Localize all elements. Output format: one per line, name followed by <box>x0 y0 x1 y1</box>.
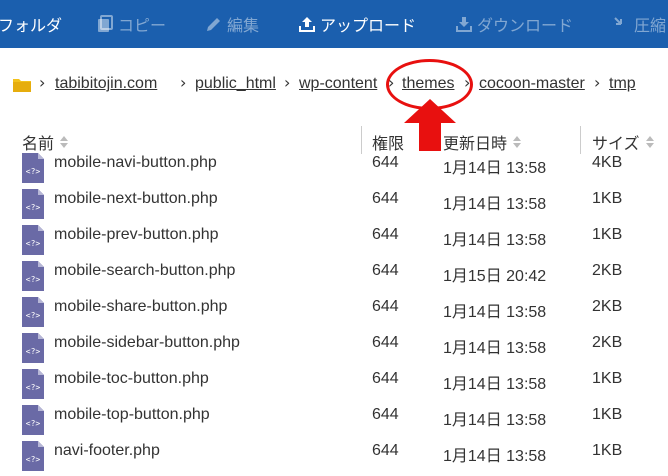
copy-icon <box>98 15 113 32</box>
file-name: mobile-navi-button.php <box>54 154 217 171</box>
svg-text:<?>: <?> <box>26 203 41 212</box>
copy-label: コピー <box>118 18 167 35</box>
table-row[interactable]: <?> mobile-navi-button.php 644 1月14日 13:… <box>0 144 668 183</box>
file-modified: 1月14日 13:58 <box>443 412 547 429</box>
chevron-right-icon: › <box>594 73 601 92</box>
svg-text:<?>: <?> <box>26 239 41 248</box>
file-permission: 644 <box>372 370 399 387</box>
file-modified: 1月14日 13:58 <box>443 196 547 213</box>
download-button[interactable]: ダウンロード <box>455 0 573 48</box>
file-name: mobile-prev-button.php <box>54 226 219 243</box>
php-file-icon: <?> <box>22 369 44 399</box>
copy-button[interactable]: コピー <box>96 0 166 48</box>
toolbar: フォルダ コピー 編集 アップロード ダウンロード 圧縮 <box>0 0 668 48</box>
file-permission: 644 <box>372 406 399 423</box>
php-file-icon: <?> <box>22 333 44 363</box>
table-row[interactable]: <?> mobile-top-button.php 644 1月14日 13:5… <box>0 396 668 435</box>
file-permission: 644 <box>372 262 399 279</box>
file-list: <?> mobile-navi-button.php 644 1月14日 13:… <box>0 144 668 476</box>
table-row[interactable]: <?> mobile-next-button.php 644 1月14日 13:… <box>0 180 668 219</box>
chevron-right-icon: › <box>180 73 187 92</box>
php-file-icon: <?> <box>22 405 44 435</box>
svg-text:<?>: <?> <box>26 311 41 320</box>
pencil-icon <box>207 18 220 31</box>
file-size: 2KB <box>592 298 623 315</box>
compress-icon <box>614 17 622 25</box>
chevron-right-icon: › <box>39 73 46 92</box>
file-modified: 1月14日 13:58 <box>443 160 547 177</box>
file-size: 4KB <box>592 154 623 171</box>
file-permission: 644 <box>372 226 399 243</box>
file-permission: 644 <box>372 154 399 171</box>
svg-text:<?>: <?> <box>26 455 41 464</box>
file-size: 2KB <box>592 262 623 279</box>
edit-label: 編集 <box>227 18 260 35</box>
breadcrumb-item-tmp[interactable]: tmp <box>609 75 636 93</box>
file-name: mobile-top-button.php <box>54 406 210 423</box>
file-size: 1KB <box>592 442 623 459</box>
download-icon <box>456 17 472 32</box>
download-label: ダウンロード <box>477 18 574 35</box>
file-size: 1KB <box>592 406 623 423</box>
file-modified: 1月15日 20:42 <box>443 268 547 285</box>
file-modified: 1月14日 13:58 <box>443 232 547 249</box>
file-permission: 644 <box>372 442 399 459</box>
file-size: 1KB <box>592 226 623 243</box>
file-modified: 1月14日 13:58 <box>443 304 547 321</box>
php-file-icon: <?> <box>22 153 44 183</box>
upload-button[interactable]: アップロード <box>298 0 416 48</box>
svg-text:<?>: <?> <box>26 275 41 284</box>
file-name: navi-footer.php <box>54 442 160 459</box>
table-row[interactable]: <?> mobile-toc-button.php 644 1月14日 13:5… <box>0 360 668 399</box>
file-name: mobile-next-button.php <box>54 190 218 207</box>
edit-button[interactable]: 編集 <box>205 0 259 48</box>
file-modified: 1月14日 13:58 <box>443 340 547 357</box>
new-folder-label: フォルダ <box>0 18 63 35</box>
breadcrumb-item-public-html[interactable]: public_html <box>195 75 276 93</box>
file-permission: 644 <box>372 334 399 351</box>
table-row[interactable]: <?> navi-footer.php 644 1月14日 13:58 1KB <box>0 432 668 471</box>
php-file-icon: <?> <box>22 189 44 219</box>
file-permission: 644 <box>372 298 399 315</box>
file-name: mobile-search-button.php <box>54 262 236 279</box>
compress-button[interactable]: 圧縮 <box>612 0 666 48</box>
svg-text:<?>: <?> <box>26 383 41 392</box>
php-file-icon: <?> <box>22 225 44 255</box>
table-row[interactable]: <?> mobile-share-button.php 644 1月14日 13… <box>0 288 668 327</box>
svg-text:<?>: <?> <box>26 167 41 176</box>
compress-label: 圧縮 <box>634 18 667 35</box>
file-name: mobile-sidebar-button.php <box>54 334 240 351</box>
table-row[interactable]: <?> mobile-search-button.php 644 1月15日 2… <box>0 252 668 291</box>
svg-text:<?>: <?> <box>26 347 41 356</box>
php-file-icon: <?> <box>22 441 44 471</box>
table-row[interactable]: <?> mobile-prev-button.php 644 1月14日 13:… <box>0 216 668 255</box>
table-row[interactable]: <?> mobile-sidebar-button.php 644 1月14日 … <box>0 324 668 363</box>
svg-text:<?>: <?> <box>26 419 41 428</box>
breadcrumb-item-cocoon-master[interactable]: cocoon-master <box>479 75 585 93</box>
upload-label: アップロード <box>320 18 417 35</box>
file-size: 1KB <box>592 190 623 207</box>
file-size: 2KB <box>592 334 623 351</box>
file-name: mobile-toc-button.php <box>54 370 209 387</box>
php-file-icon: <?> <box>22 297 44 327</box>
file-modified: 1月14日 13:58 <box>443 376 547 393</box>
upload-icon <box>299 17 315 32</box>
breadcrumb-item-wp-content[interactable]: wp-content <box>299 75 377 93</box>
breadcrumb: › tabibitojin.com › public_html › wp-con… <box>0 48 668 118</box>
file-name: mobile-share-button.php <box>54 298 228 315</box>
new-folder-button[interactable]: フォルダ <box>0 0 62 48</box>
php-file-icon: <?> <box>22 261 44 291</box>
breadcrumb-item-domain[interactable]: tabibitojin.com <box>55 75 157 93</box>
chevron-right-icon: › <box>284 73 291 92</box>
file-modified: 1月14日 13:58 <box>443 448 547 465</box>
red-up-arrow-icon <box>404 99 456 151</box>
folder-icon[interactable] <box>13 77 31 92</box>
file-size: 1KB <box>592 370 623 387</box>
file-permission: 644 <box>372 190 399 207</box>
